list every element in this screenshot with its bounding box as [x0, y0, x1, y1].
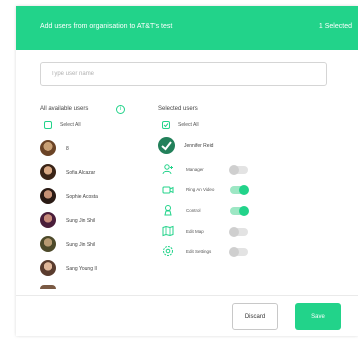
select-all-checkbox[interactable]: [162, 121, 170, 129]
map-toggle[interactable]: [229, 227, 248, 237]
save-button[interactable]: Save: [295, 303, 341, 330]
map-icon: [162, 225, 174, 237]
user-name: 8: [66, 146, 69, 152]
info-icon[interactable]: i: [116, 105, 125, 114]
list-item[interactable]: Sung Jin Shil: [40, 236, 140, 254]
available-users-title: All available users: [40, 106, 89, 112]
dialog-header: Add users from organisation to AT&T's te…: [16, 6, 358, 50]
permission-label: Ring An Video: [186, 187, 215, 192]
avatar: [40, 212, 56, 228]
user-name: Sung Jin Shil: [66, 218, 96, 224]
select-all-checkbox[interactable]: [44, 121, 52, 129]
avatar: [40, 188, 56, 204]
manager-icon: [162, 164, 173, 175]
select-all-available[interactable]: Select All: [44, 118, 124, 132]
avatar: [40, 164, 56, 180]
list-item[interactable]: Sang Young Il: [40, 260, 140, 278]
user-name: Sofia Alcazar: [66, 170, 96, 176]
control-icon: [164, 205, 172, 216]
settings-toggle[interactable]: [229, 247, 248, 257]
discard-button[interactable]: Discard: [232, 303, 278, 330]
avatar: [40, 140, 56, 156]
control-toggle[interactable]: [230, 206, 249, 216]
manager-toggle[interactable]: [229, 165, 248, 175]
list-item[interactable]: 8: [40, 140, 140, 158]
search-input[interactable]: [40, 62, 327, 86]
permission-label: Manager: [186, 167, 204, 172]
permission-label: Control: [186, 208, 201, 213]
list-item[interactable]: Sofia Alcazar: [40, 164, 140, 182]
video-toggle[interactable]: [230, 185, 249, 195]
avatar: [40, 236, 56, 252]
selected-count: 1 Selected: [318, 23, 352, 30]
permission-label: Edit Map: [186, 229, 204, 234]
selected-user-avatar: [158, 137, 175, 154]
settings-icon: [163, 246, 173, 256]
list-item[interactable]: Sung Jin Shil: [40, 212, 140, 230]
user-name: Sung Jin Shil: [66, 242, 96, 248]
selected-user[interactable]: Jennifer Reid: [158, 137, 268, 155]
dialog-title: Add users from organisation to AT&T's te…: [40, 23, 173, 30]
avatar: [40, 260, 56, 276]
select-all-label: Select All: [60, 122, 81, 128]
select-all-selected[interactable]: Select All: [162, 118, 242, 132]
selected-users-title: Selected users: [158, 106, 198, 112]
permission-label: Edit Settings: [186, 249, 212, 254]
footer-divider: [16, 295, 358, 296]
add-users-dialog: Add users from organisation to AT&T's te…: [16, 6, 358, 336]
list-item-partial: [40, 285, 56, 289]
select-all-label: Select All: [178, 122, 199, 128]
user-name: Sophie Acosta: [66, 194, 98, 200]
list-item[interactable]: Sophie Acosta: [40, 188, 140, 206]
video-icon: [162, 186, 174, 194]
selected-user-name: Jennifer Reid: [184, 143, 214, 149]
user-name: Sang Young Il: [66, 266, 97, 272]
